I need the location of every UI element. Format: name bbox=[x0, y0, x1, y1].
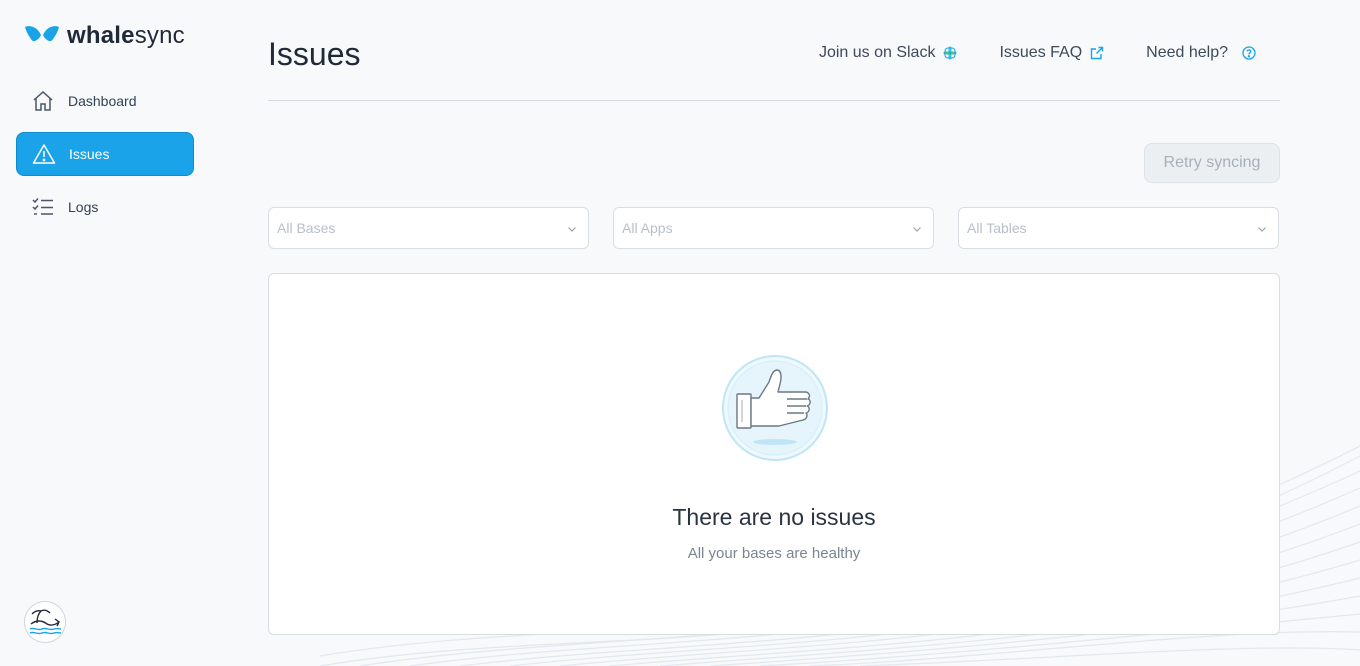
external-link-icon bbox=[1090, 46, 1104, 60]
main-content: Issues Join us on Slack Issues FAQ Need … bbox=[268, 0, 1280, 666]
slack-link-label: Join us on Slack bbox=[818, 44, 936, 61]
retry-syncing-button[interactable]: Retry syncing bbox=[1144, 143, 1280, 183]
select-placeholder: All Tables bbox=[967, 220, 1027, 236]
issues-panel: There are no issues All your bases are h… bbox=[268, 273, 1280, 635]
need-help-label: Need help? bbox=[1146, 44, 1228, 61]
header-links: Join us on Slack Issues FAQ Need help? bbox=[777, 44, 1280, 62]
sidebar-item-logs[interactable]: Logs bbox=[16, 185, 194, 229]
brand-name: whalesync bbox=[67, 22, 185, 49]
header-divider bbox=[268, 100, 1280, 101]
sidebar-item-label: Logs bbox=[68, 199, 99, 215]
select-placeholder: All Bases bbox=[277, 220, 336, 236]
sidebar-item-dashboard[interactable]: Dashboard bbox=[16, 79, 194, 123]
chevron-down-icon bbox=[1258, 227, 1266, 232]
home-icon bbox=[30, 88, 56, 114]
thumbs-up-icon bbox=[722, 355, 828, 461]
tables-filter-select[interactable]: All Tables bbox=[958, 207, 1279, 249]
page-title: Issues bbox=[268, 36, 361, 72]
empty-state-title: There are no issues bbox=[672, 504, 876, 530]
chevron-down-icon bbox=[568, 227, 576, 232]
warning-icon bbox=[31, 141, 57, 167]
slack-link[interactable]: Join us on Slack bbox=[819, 44, 958, 62]
issues-faq-link[interactable]: Issues FAQ bbox=[999, 44, 1104, 62]
apps-filter-select[interactable]: All Apps bbox=[613, 207, 934, 249]
checklist-icon bbox=[30, 194, 56, 220]
select-placeholder: All Apps bbox=[622, 220, 673, 236]
whale-island-avatar-icon bbox=[29, 609, 62, 635]
sidebar-item-issues[interactable]: Issues bbox=[16, 132, 194, 176]
help-circle-icon bbox=[1242, 46, 1256, 60]
sidebar-item-label: Dashboard bbox=[68, 93, 137, 109]
chevron-down-icon bbox=[913, 227, 921, 232]
need-help-link[interactable]: Need help? bbox=[1146, 44, 1256, 62]
brand-logo[interactable]: whalesync bbox=[23, 22, 185, 50]
user-avatar[interactable] bbox=[24, 601, 66, 643]
bases-filter-select[interactable]: All Bases bbox=[268, 207, 589, 249]
empty-state-subtitle: All your bases are healthy bbox=[687, 545, 861, 562]
slack-icon bbox=[943, 46, 957, 60]
sidebar-item-label: Issues bbox=[69, 146, 110, 162]
sidebar: whalesync Dashboard Issues Logs bbox=[0, 0, 210, 666]
issues-faq-label: Issues FAQ bbox=[999, 44, 1083, 61]
whale-tail-icon bbox=[25, 26, 59, 42]
